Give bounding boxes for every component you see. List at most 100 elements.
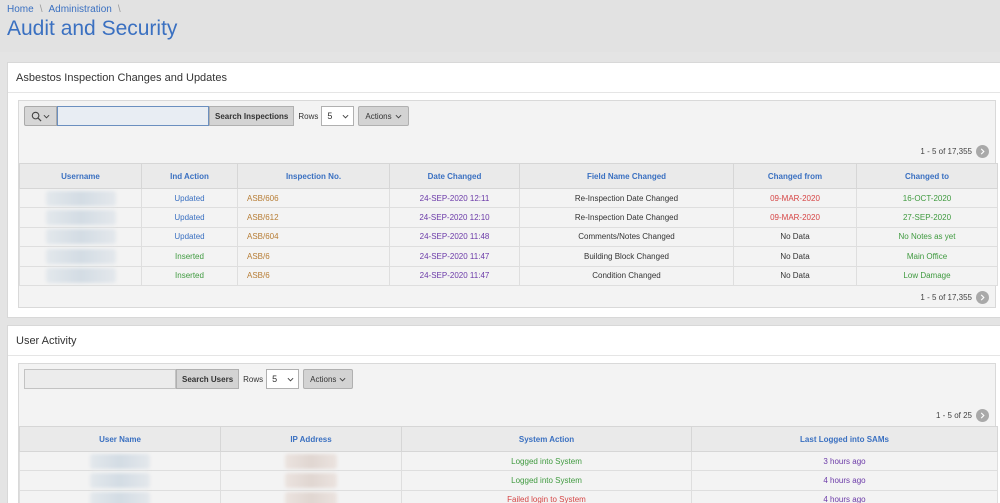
date-changed-cell: 24-SEP-2020 11:47: [389, 246, 520, 267]
inspections-report: Search Inspections Rows 5 Actions 1 - 5 …: [18, 100, 998, 308]
redacted-user-name: [90, 453, 150, 469]
user-activity-region-title: User Activity: [8, 326, 1000, 356]
rows-select-value: 5: [272, 374, 278, 384]
column-header-changed-to[interactable]: Changed to: [856, 163, 998, 189]
redacted-ip-address: [285, 453, 337, 469]
ind-action-cell: Updated: [141, 226, 238, 248]
ind-action-cell: Inserted: [141, 265, 238, 286]
user-activity-report: Search Users Rows 5 Actions 1 - 5 of 25: [18, 363, 998, 503]
pagination-top: 1 - 5 of 17,355: [920, 144, 989, 158]
rows-select[interactable]: 5: [321, 106, 355, 126]
inspection-no-cell: ASB/604: [237, 226, 390, 248]
changed-to-cell: 16-OCT-2020: [856, 187, 998, 209]
username-cell: [19, 226, 142, 248]
table-row: Inserted ASB/6 24-SEP-2020 11:47 Conditi…: [19, 265, 998, 286]
rows-label: Rows: [243, 374, 264, 384]
changed-from-cell: No Data: [733, 226, 857, 248]
ip-address-cell: [220, 470, 402, 491]
column-header-changed-from[interactable]: Changed from: [733, 163, 857, 189]
search-users-button[interactable]: Search Users: [176, 369, 240, 389]
actions-button-label: Actions: [310, 374, 337, 384]
column-header-ind-action[interactable]: Ind Action: [141, 163, 238, 189]
page-header: Home \ Administration \ Audit and Securi…: [0, 0, 1000, 52]
chevron-right-icon: [980, 293, 985, 301]
inspection-no-cell: ASB/6: [237, 246, 390, 267]
inspections-region-title: Asbestos Inspection Changes and Updates: [8, 63, 1000, 93]
next-page-button[interactable]: [976, 144, 989, 158]
column-header-date-changed[interactable]: Date Changed: [389, 163, 520, 189]
changed-from-cell: No Data: [733, 265, 857, 286]
inspections-region: Asbestos Inspection Changes and Updates …: [7, 62, 1000, 318]
redacted-username: [45, 229, 116, 245]
ind-action-cell: Updated: [141, 187, 238, 209]
system-action-cell: Logged into System: [401, 470, 692, 491]
inspection-no-cell: ASB/612: [237, 207, 390, 228]
column-header-user-name[interactable]: User Name: [19, 426, 221, 452]
actions-button[interactable]: Actions: [303, 369, 354, 389]
rows-label: Rows: [298, 111, 319, 121]
pagination-range: 1 - 5 of 25: [935, 410, 972, 420]
last-logged-cell: 4 hours ago: [691, 470, 998, 491]
chevron-down-icon: [287, 377, 294, 381]
changed-from-cell: No Data: [733, 246, 857, 267]
next-page-button[interactable]: [976, 408, 989, 422]
user-activity-table: User Name IP Address System Action Last …: [19, 426, 998, 503]
user-activity-toolbar: Search Users Rows 5 Actions: [24, 369, 354, 389]
username-cell: [19, 246, 142, 267]
inspections-table: Username Ind Action Inspection No. Date …: [19, 163, 998, 286]
search-inspections-input[interactable]: [57, 106, 209, 126]
rows-select[interactable]: 5: [266, 369, 300, 389]
pagination-bottom: 1 - 5 of 17,355: [920, 290, 989, 304]
column-header-field-name-changed[interactable]: Field Name Changed: [519, 163, 734, 189]
chevron-right-icon: [980, 411, 985, 419]
date-changed-cell: 24-SEP-2020 12:11: [389, 187, 520, 209]
redacted-ip-address: [285, 492, 337, 503]
username-cell: [19, 265, 142, 286]
date-changed-cell: 24-SEP-2020 11:47: [389, 265, 520, 286]
changed-to-cell: Low Damage: [856, 265, 998, 286]
next-page-button[interactable]: [976, 290, 989, 304]
ind-action-cell: Updated: [141, 207, 238, 228]
column-header-ip-address[interactable]: IP Address: [220, 426, 402, 452]
user-name-cell: [19, 470, 221, 491]
search-icon: [31, 111, 42, 122]
user-activity-region: User Activity Search Users Rows 5 Action…: [7, 325, 1000, 503]
inspection-no-cell: ASB/6: [237, 265, 390, 286]
field-name-cell: Re-Inspection Date Changed: [519, 187, 734, 209]
field-name-cell: Building Block Changed: [519, 246, 734, 267]
table-row: Updated ASB/604 24-SEP-2020 11:48 Commen…: [19, 226, 998, 248]
redacted-username: [45, 268, 116, 284]
column-header-last-logged[interactable]: Last Logged into SAMs: [691, 426, 998, 452]
redacted-username: [45, 190, 116, 206]
inspection-no-cell: ASB/606: [237, 187, 390, 209]
breadcrumb-separator: \: [117, 4, 121, 15]
username-cell: [19, 187, 142, 209]
breadcrumb-home[interactable]: Home: [7, 4, 34, 15]
changed-to-cell: 27-SEP-2020: [856, 207, 998, 228]
date-changed-cell: 24-SEP-2020 11:48: [389, 226, 520, 248]
column-header-inspection-no[interactable]: Inspection No.: [237, 163, 390, 189]
search-inspections-button[interactable]: Search Inspections: [209, 106, 295, 126]
table-row: Failed login to System 4 hours ago: [19, 489, 998, 503]
chevron-right-icon: [980, 147, 985, 155]
system-action-cell: Failed login to System: [401, 489, 692, 503]
column-header-username[interactable]: Username: [19, 163, 142, 189]
pagination-top: 1 - 5 of 25: [936, 408, 989, 422]
actions-button[interactable]: Actions: [358, 106, 409, 126]
rows-select-value: 5: [327, 111, 333, 121]
changed-from-cell: 09-MAR-2020: [733, 187, 857, 209]
chevron-down-icon: [395, 114, 402, 118]
column-header-system-action[interactable]: System Action: [401, 426, 692, 452]
breadcrumb-administration[interactable]: Administration: [48, 4, 111, 15]
changed-to-cell: Main Office: [856, 246, 998, 267]
redacted-username: [45, 248, 116, 264]
search-users-input[interactable]: [24, 369, 176, 389]
pagination-range: 1 - 5 of 17,355: [920, 292, 972, 302]
table-row: Updated ASB/612 24-SEP-2020 12:10 Re-Ins…: [19, 207, 998, 228]
ind-action-cell: Inserted: [141, 246, 238, 267]
chevron-down-icon: [339, 377, 346, 381]
search-options-button[interactable]: [24, 106, 57, 126]
username-cell: [19, 207, 142, 228]
chevron-down-icon: [43, 114, 50, 118]
user-name-cell: [19, 489, 221, 503]
